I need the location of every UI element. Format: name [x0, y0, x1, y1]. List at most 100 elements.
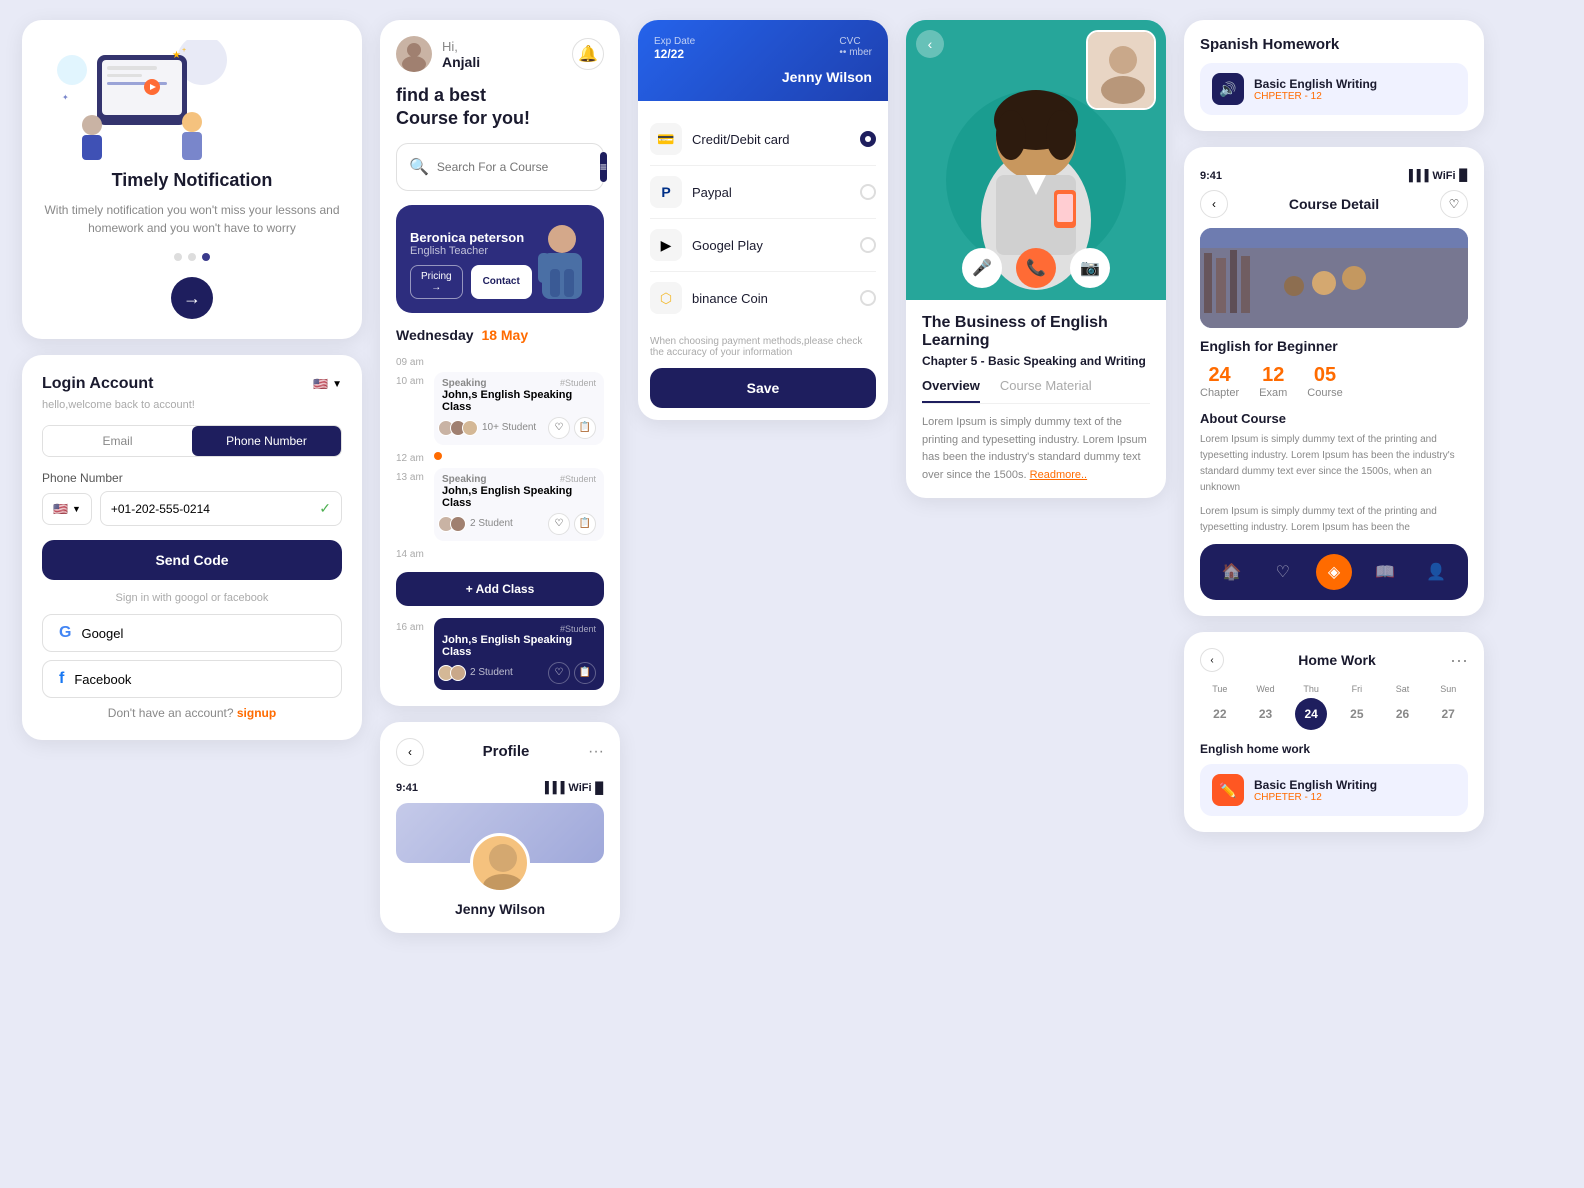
payment-card: Exp Date 12/22 CVC •• mber Jenny Wilson …: [638, 20, 888, 420]
greeting-name: Anjali: [442, 54, 572, 70]
spanish-homework-card: Spanish Homework 🔊 Basic English Writing…: [1184, 20, 1484, 131]
student-tag-1: #Student: [560, 378, 596, 388]
payment-google-play[interactable]: ▶ Googel Play: [650, 219, 876, 272]
speaking-tag-2: Speaking: [442, 474, 486, 485]
heart-btn-1[interactable]: ♡: [548, 417, 570, 439]
paypal-icon: P: [650, 176, 682, 208]
student-count-2: 2 Student: [470, 518, 513, 529]
cd-nav-courses[interactable]: ◈: [1316, 554, 1352, 590]
cal-thu: Thu 24: [1291, 684, 1331, 730]
time-16am: 16 am: [396, 622, 428, 633]
flag-selector[interactable]: 🇺🇸▼: [313, 377, 342, 391]
dot-1: [174, 253, 182, 261]
cd-chapter-label: Chapter: [1200, 387, 1239, 399]
filter-icon: ≡: [600, 160, 607, 174]
hw2-more-button[interactable]: ···: [1450, 650, 1468, 671]
save-payment-button[interactable]: Save: [650, 368, 876, 408]
pricing-button[interactable]: Pricing →: [410, 265, 463, 299]
hw2-item-chapter: CHPETER - 12: [1254, 792, 1377, 803]
phone-number-display: +01-202-555-0214 ✓: [100, 491, 342, 526]
cd-nav-profile[interactable]: 👤: [1418, 554, 1454, 590]
cd-course-label: Course: [1307, 387, 1342, 399]
course-detail-back-button[interactable]: ‹: [1200, 190, 1228, 218]
facebook-label: Facebook: [74, 672, 131, 687]
contact-button[interactable]: Contact: [471, 265, 532, 299]
note-btn-3[interactable]: 📋: [574, 662, 596, 684]
readmore-link[interactable]: Readmore..: [1030, 469, 1087, 481]
end-call-button[interactable]: 📞: [1016, 248, 1056, 288]
heart-btn-3[interactable]: ♡: [548, 662, 570, 684]
bell-button[interactable]: 🔔: [572, 38, 604, 70]
course-detail-title: Course Detail: [1289, 196, 1379, 212]
filter-button[interactable]: ≡: [600, 152, 607, 182]
cd-about-text-1: Lorem Ipsum is simply dummy text of the …: [1200, 432, 1468, 496]
profile-back-button[interactable]: ‹: [396, 738, 424, 766]
note-btn-2[interactable]: 📋: [574, 513, 596, 535]
course-detail-card: 9:41 ▐▐▐ WiFi ▉ ‹ Course Detail ♡: [1184, 147, 1484, 616]
paypal-radio[interactable]: [860, 184, 876, 200]
video-title: The Business of English Learning: [922, 314, 1150, 350]
google-play-label: Googel Play: [692, 238, 850, 253]
cal-date-26[interactable]: 26: [1387, 698, 1419, 730]
camera-button[interactable]: 📷: [1070, 248, 1110, 288]
cal-date-24[interactable]: 24: [1295, 698, 1327, 730]
cd-nav-heart[interactable]: ♡: [1265, 554, 1301, 590]
tab-email[interactable]: Email: [43, 426, 192, 456]
note-btn-1[interactable]: 📋: [574, 417, 596, 439]
video-back-button[interactable]: ‹: [916, 30, 944, 58]
tab-course-material[interactable]: Course Material: [1000, 378, 1092, 403]
hw2-prev-button[interactable]: ‹: [1200, 648, 1224, 672]
profile-status-bar: 9:41 ▐▐▐ WiFi ▉: [396, 776, 604, 803]
tab-phone[interactable]: Phone Number: [192, 426, 341, 456]
cd-exam-label: Exam: [1259, 387, 1287, 399]
payment-credit-card[interactable]: 💳 Credit/Debit card: [650, 113, 876, 166]
search-input[interactable]: [437, 160, 592, 174]
profile-avatar: [470, 833, 530, 893]
google-play-radio[interactable]: [860, 237, 876, 253]
cal-date-25[interactable]: 25: [1341, 698, 1373, 730]
facebook-signin-button[interactable]: f Facebook: [42, 660, 342, 698]
payment-paypal[interactable]: P Paypal: [650, 166, 876, 219]
cd-chapter-val: 24: [1200, 364, 1239, 387]
send-code-button[interactable]: Send Code: [42, 540, 342, 580]
cd-nav-book[interactable]: 📖: [1367, 554, 1403, 590]
phone-label: Phone Number: [42, 471, 342, 485]
binance-radio[interactable]: [860, 290, 876, 306]
google-label: Googel: [81, 626, 123, 641]
google-play-icon: ▶: [650, 229, 682, 261]
notification-illustration: ★ + ✦: [42, 40, 242, 170]
video-chapter: Chapter 5 - Basic Speaking and Writing: [922, 354, 1150, 368]
profile-more-button[interactable]: ···: [588, 743, 604, 761]
cal-date-22[interactable]: 22: [1204, 698, 1236, 730]
video-controls: 🎤 📞 📷: [962, 248, 1110, 288]
teacher-avatar: [532, 219, 592, 299]
cvc-label: CVC: [839, 36, 872, 47]
schedule-date: 18 May: [481, 327, 528, 343]
google-signin-button[interactable]: G Googel: [42, 614, 342, 652]
battery-icon: ▉: [596, 782, 604, 795]
credit-card-radio[interactable]: [860, 131, 876, 147]
google-icon: G: [59, 624, 71, 642]
cal-date-27[interactable]: 27: [1432, 698, 1464, 730]
tab-overview[interactable]: Overview: [922, 378, 980, 403]
mic-button[interactable]: 🎤: [962, 248, 1002, 288]
next-arrow-button[interactable]: →: [171, 277, 213, 319]
teacher-name: Beronica peterson: [410, 230, 532, 245]
active-dot: [434, 452, 442, 460]
course-detail-heart-button[interactable]: ♡: [1440, 190, 1468, 218]
time-13am: 13 am: [396, 472, 428, 483]
heart-btn-2[interactable]: ♡: [548, 513, 570, 535]
login-tabs: Email Phone Number: [42, 425, 342, 457]
time-12am: 12 am: [396, 453, 428, 464]
video-description: Lorem Ipsum is simply dummy text of the …: [922, 414, 1150, 484]
login-card: Login Account 🇺🇸▼ hello,welcome back to …: [22, 355, 362, 740]
cal-date-23[interactable]: 23: [1250, 698, 1282, 730]
cd-bottom-nav: 🏠 ♡ ◈ 📖 👤: [1200, 544, 1468, 600]
add-class-button[interactable]: + Add Class: [396, 572, 604, 606]
cd-nav-home[interactable]: 🏠: [1214, 554, 1250, 590]
time-10am: 10 am: [396, 376, 428, 387]
signup-link[interactable]: signup: [237, 706, 276, 720]
payment-binance[interactable]: ⬡ binance Coin: [650, 272, 876, 324]
video-course-card: 🎤 📞 📷 ‹ The Business of English Learning…: [906, 20, 1166, 498]
country-flag-input[interactable]: 🇺🇸▼: [42, 493, 92, 525]
